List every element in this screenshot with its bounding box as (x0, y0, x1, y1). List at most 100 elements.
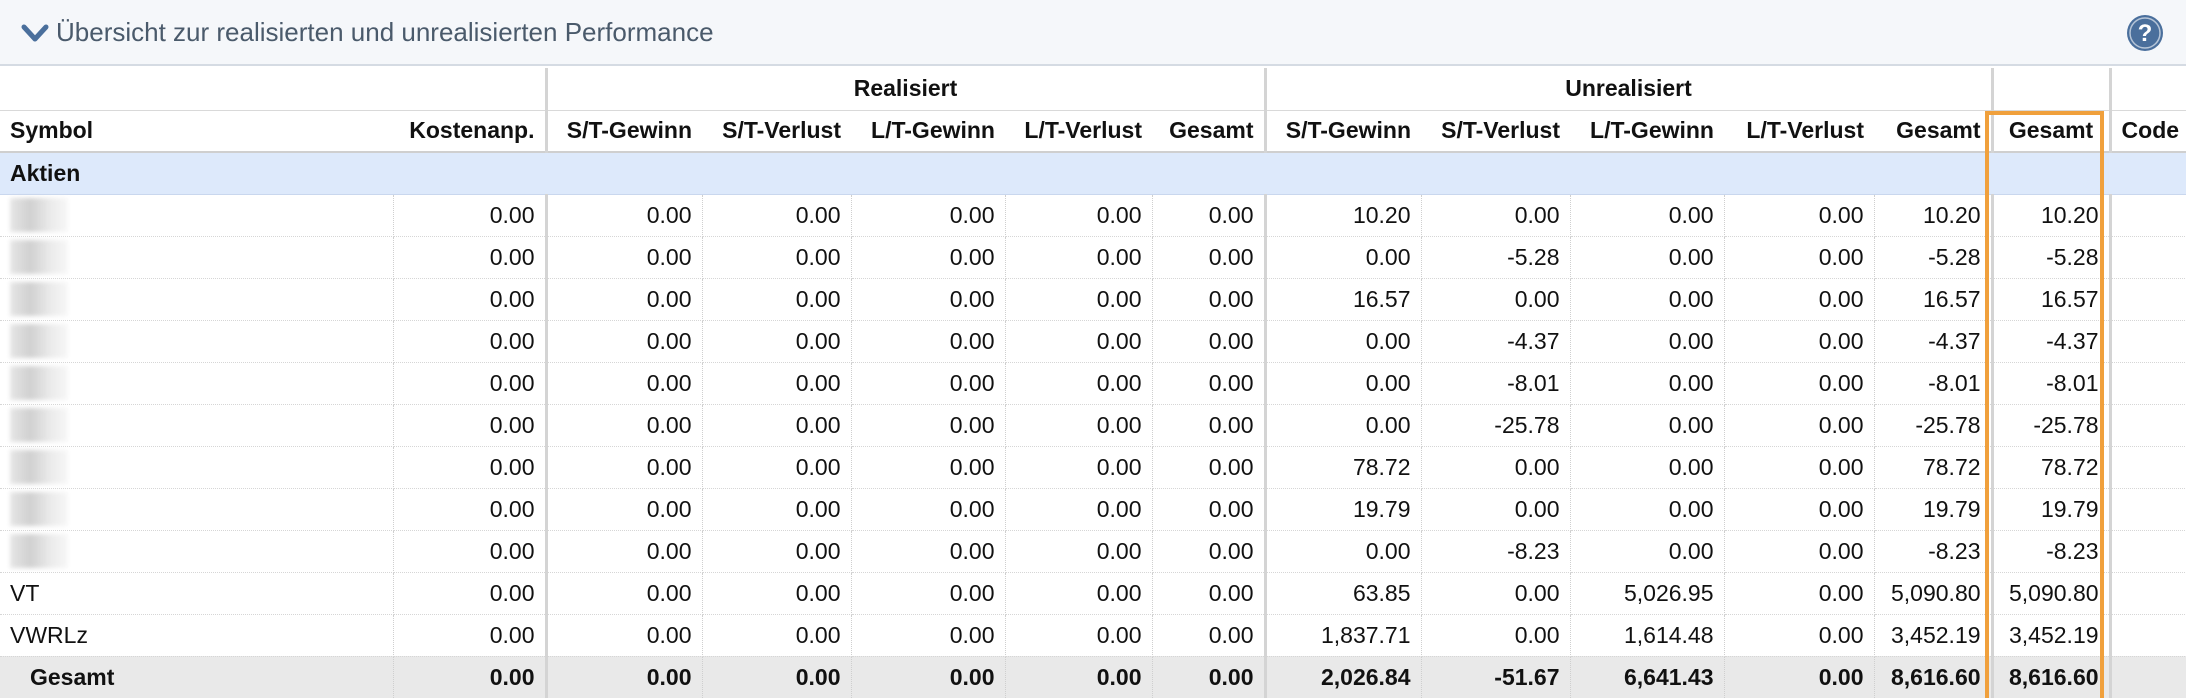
value-cell: 0.00 (702, 194, 852, 237)
value-cell: 0.00 (1005, 446, 1153, 489)
value-cell: -8.01 (1874, 362, 1993, 405)
col-unrealized-total[interactable]: Gesamt (1874, 110, 1993, 153)
total-row[interactable]: Gesamt 0.00 0.00 0.00 0.00 0.00 0.00 2,026.84 -5… (0, 656, 2186, 698)
value-cell: 0.00 (393, 194, 547, 237)
value-cell: 0.00 (1570, 404, 1725, 447)
value-cell: 3,452.19 (1874, 614, 1993, 657)
value-cell: 0.00 (393, 404, 547, 447)
column-header-row: Symbol Kostenanp. S/T-Gewinn S/T-Verlust… (0, 110, 2186, 153)
table-row[interactable]: VT 0.00 0.00 0.00 0.00 0.00 0.00 63.85 0.00 5,026… (0, 572, 2186, 615)
value-cell: -5.28 (1421, 236, 1571, 279)
value-cell: 0.00 (702, 236, 852, 279)
value-cell: 0.00 (1724, 656, 1875, 698)
value-cell: 0.00 (544, 572, 703, 615)
value-cell: 0.00 (1263, 530, 1422, 573)
col-realized-lt-loss[interactable]: L/T-Verlust (1005, 110, 1152, 153)
col-code[interactable]: Code (2108, 110, 2186, 153)
table-row[interactable]: 0.00 0.00 0.00 0.00 0.00 0.00 0.00 -4.37 0.00 0.0… (0, 320, 2186, 363)
value-cell: 0.00 (1152, 320, 1266, 363)
value-cell: 0.00 (1724, 614, 1875, 657)
value-cell: 0.00 (1005, 656, 1153, 698)
value-cell: 0.00 (544, 488, 703, 531)
value-cell: 0.00 (702, 614, 852, 657)
value-cell: -51.67 (1421, 656, 1571, 698)
redacted-symbol (10, 240, 68, 274)
col-realized-total[interactable]: Gesamt (1152, 110, 1265, 153)
help-icon[interactable]: ? (2126, 14, 2164, 52)
symbol-cell (0, 446, 394, 489)
value-cell: 0.00 (1152, 362, 1266, 405)
value-cell: 16.57 (1990, 278, 2111, 321)
table-row[interactable]: 0.00 0.00 0.00 0.00 0.00 0.00 16.57 0.00 0.00 0.0… (0, 278, 2186, 321)
value-cell: 5,026.95 (1570, 572, 1725, 615)
category-label: Aktien (0, 152, 2186, 195)
table-row[interactable]: 0.00 0.00 0.00 0.00 0.00 0.00 0.00 -8.23 0.00 0.0… (0, 530, 2186, 573)
table-row[interactable]: 0.00 0.00 0.00 0.00 0.00 0.00 19.79 0.00 0.00 0.0… (0, 488, 2186, 531)
value-cell: 0.00 (1421, 446, 1571, 489)
col-realized-lt-gain[interactable]: L/T-Gewinn (851, 110, 1005, 153)
symbol-cell (0, 404, 394, 447)
value-cell: 0.00 (544, 194, 703, 237)
redacted-symbol (10, 282, 68, 316)
value-cell: 0.00 (1152, 572, 1266, 615)
symbol-cell (0, 320, 394, 363)
group-blank (2108, 68, 2186, 111)
value-cell: 78.72 (1990, 446, 2111, 489)
symbol-cell: Gesamt (0, 656, 394, 698)
value-cell: 0.00 (1152, 656, 1266, 698)
value-cell: 0.00 (1724, 572, 1875, 615)
value-cell: -8.01 (1990, 362, 2111, 405)
value-cell: 0.00 (702, 488, 852, 531)
panel-title: Übersicht zur realisierten und unrealisi… (56, 17, 714, 47)
value-cell: 0.00 (544, 614, 703, 657)
code-cell (2108, 278, 2186, 321)
col-unrealized-st-loss[interactable]: S/T-Verlust (1421, 110, 1570, 153)
value-cell: 0.00 (1570, 278, 1725, 321)
value-cell: 0.00 (1263, 236, 1422, 279)
col-unrealized-lt-gain[interactable]: L/T-Gewinn (1570, 110, 1724, 153)
chevron-down-icon[interactable] (20, 18, 50, 48)
value-cell: 0.00 (702, 362, 852, 405)
value-cell: 0.00 (1421, 278, 1571, 321)
col-grand-total[interactable]: Gesamt (1990, 110, 2111, 153)
panel-header[interactable]: Übersicht zur realisierten und unrealisi… (0, 0, 2186, 66)
value-cell: 0.00 (1152, 530, 1266, 573)
table-row[interactable]: 0.00 0.00 0.00 0.00 0.00 0.00 0.00 -5.28 0.00 0.0… (0, 236, 2186, 279)
table-row[interactable]: 0.00 0.00 0.00 0.00 0.00 0.00 0.00 -8.01 0.00 0.0… (0, 362, 2186, 405)
value-cell: 0.00 (393, 572, 547, 615)
group-header-row: Realisiert Unrealisiert (0, 68, 2186, 111)
col-unrealized-st-gain[interactable]: S/T-Gewinn (1263, 110, 1421, 153)
value-cell: 0.00 (544, 320, 703, 363)
value-cell: 0.00 (1724, 236, 1875, 279)
code-cell (2108, 320, 2186, 363)
value-cell: 5,090.80 (1990, 572, 2111, 615)
col-realized-st-gain[interactable]: S/T-Gewinn (544, 110, 702, 153)
col-unrealized-lt-loss[interactable]: L/T-Verlust (1724, 110, 1874, 153)
col-cost-adj[interactable]: Kostenanp. (393, 110, 546, 153)
table-row[interactable]: 0.00 0.00 0.00 0.00 0.00 0.00 78.72 0.00 0.00 0.0… (0, 446, 2186, 489)
value-cell: 0.00 (1152, 404, 1266, 447)
col-realized-st-loss[interactable]: S/T-Verlust (702, 110, 851, 153)
value-cell: 3,452.19 (1990, 614, 2111, 657)
table-row[interactable]: 0.00 0.00 0.00 0.00 0.00 0.00 0.00 -25.78 0.00 0.… (0, 404, 2186, 447)
code-cell (2108, 362, 2186, 405)
redacted-symbol (10, 450, 68, 484)
value-cell: 0.00 (1724, 362, 1875, 405)
group-unrealized: Unrealisiert (1263, 68, 1993, 111)
value-cell: 0.00 (1570, 320, 1725, 363)
value-cell: 16.57 (1874, 278, 1993, 321)
value-cell: 0.00 (544, 446, 703, 489)
table-row[interactable]: 0.00 0.00 0.00 0.00 0.00 0.00 10.20 0.00 0.00 0.0… (0, 194, 2186, 237)
value-cell: 0.00 (1263, 320, 1422, 363)
redacted-symbol (10, 324, 68, 358)
code-cell (2108, 446, 2186, 489)
value-cell: 0.00 (1005, 278, 1153, 321)
value-cell: 10.20 (1874, 194, 1993, 237)
value-cell: -8.23 (1874, 530, 1993, 573)
table-row[interactable]: VWRLz 0.00 0.00 0.00 0.00 0.00 0.00 1,837.71 0.0… (0, 614, 2186, 657)
code-cell (2108, 488, 2186, 531)
value-cell: 0.00 (851, 530, 1006, 573)
value-cell: 63.85 (1263, 572, 1422, 615)
svg-text:?: ? (2138, 20, 2153, 47)
col-symbol[interactable]: Symbol (0, 110, 393, 153)
